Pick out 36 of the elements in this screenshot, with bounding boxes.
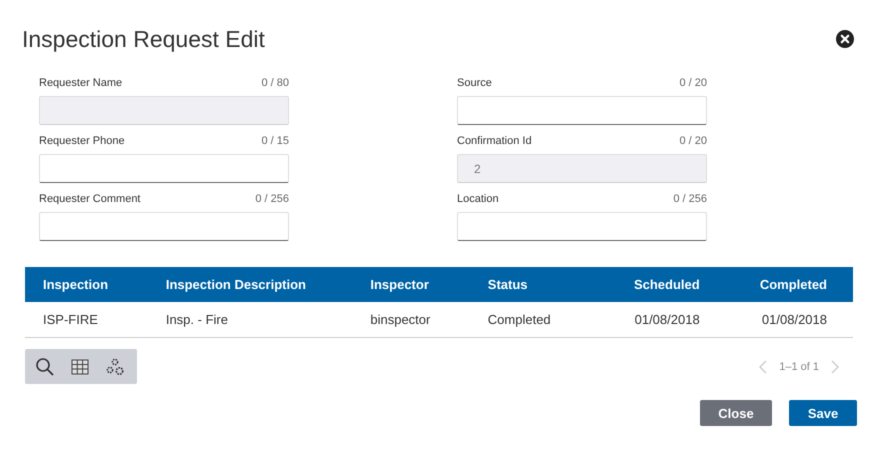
column-header[interactable]: Scheduled (584, 267, 718, 302)
character-counter: 0 / 15 (261, 135, 289, 149)
field-label: Location (457, 193, 499, 207)
close-button[interactable]: Close (700, 400, 772, 426)
table-cell: 01/08/2018 (584, 302, 718, 338)
input-field[interactable] (39, 212, 289, 241)
field-label: Requester Comment (39, 193, 140, 207)
column-header[interactable]: Inspector (352, 267, 470, 302)
save-button[interactable]: Save (789, 400, 857, 426)
column-header[interactable]: Status (470, 267, 584, 302)
dialog-title: Inspection Request Edit (22, 26, 265, 52)
column-header[interactable]: Inspection (25, 267, 148, 302)
table-cell: ISP-FIRE (25, 302, 148, 338)
search-icon[interactable] (35, 356, 55, 376)
close-icon[interactable] (836, 30, 854, 48)
input-field[interactable] (457, 96, 707, 125)
input-field[interactable] (457, 212, 707, 241)
table-cell: 01/08/2018 (718, 302, 853, 338)
column-header[interactable]: Completed (718, 267, 853, 302)
grid-icon[interactable] (71, 358, 89, 374)
table-cell: Completed (470, 302, 584, 338)
gears-icon[interactable] (105, 358, 125, 376)
field-label: Source (457, 77, 492, 91)
character-counter: 0 / 20 (679, 135, 707, 149)
field-label: Confirmation Id (457, 135, 532, 149)
field-label: Requester Name (39, 77, 122, 91)
character-counter: 0 / 80 (261, 77, 289, 91)
table-cell: binspector (352, 302, 470, 338)
character-counter: 0 / 20 (679, 77, 707, 91)
page-info: 1–1 of 1 (779, 360, 819, 372)
character-counter: 0 / 256 (255, 193, 289, 207)
column-header[interactable]: Inspection Description (148, 267, 352, 302)
field-label: Requester Phone (39, 135, 125, 149)
character-counter: 0 / 256 (673, 193, 707, 207)
input-field[interactable] (39, 154, 289, 183)
table-cell: Insp. - Fire (148, 302, 352, 338)
